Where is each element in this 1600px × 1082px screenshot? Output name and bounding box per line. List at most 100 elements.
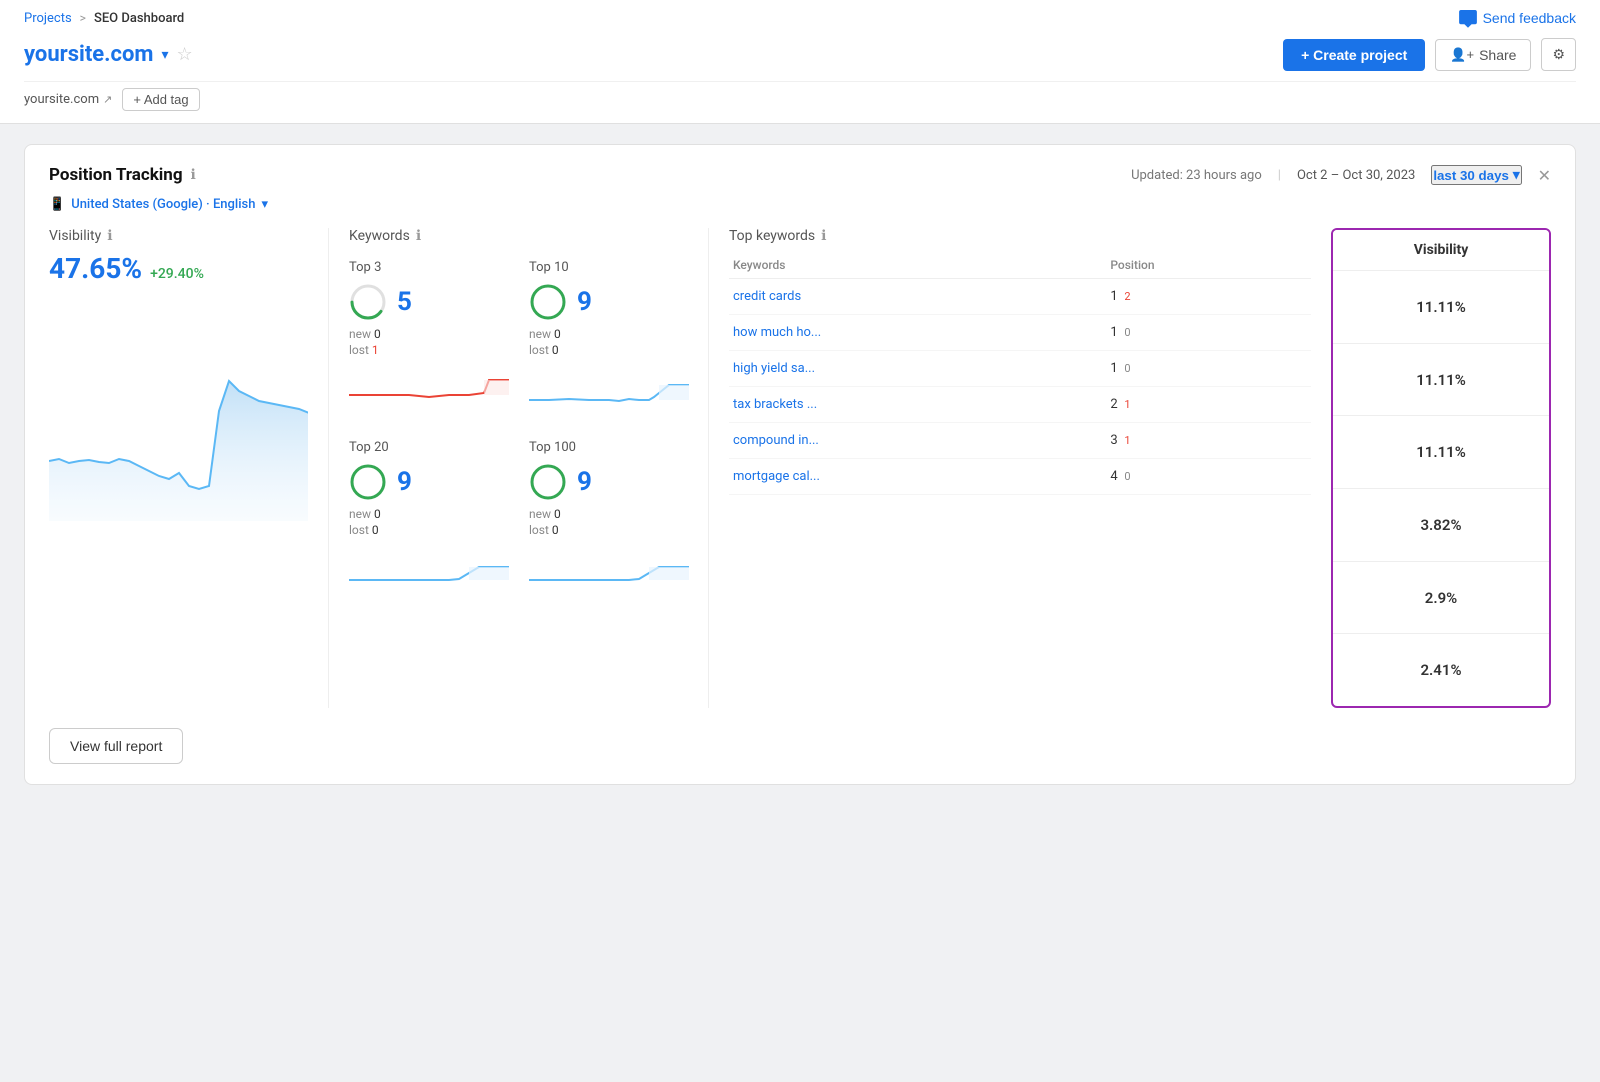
keyword-cell: credit cards [729,279,1106,315]
table-row: credit cards1 2 [729,279,1311,315]
share-button[interactable]: 👤+ Share [1435,39,1531,71]
visibility-value: 47.65% +29.40% [49,252,308,285]
title-info-icon[interactable]: ℹ [191,167,196,183]
date-range: Oct 2 – Oct 30, 2023 [1297,168,1415,183]
star-icon[interactable]: ☆ [177,44,193,65]
position-value: 1 [1110,325,1117,340]
breadcrumb: Projects > SEO Dashboard [24,11,184,26]
keyword-link[interactable]: credit cards [733,289,801,304]
location-row[interactable]: 📱 United States (Google) · English ▾ [49,197,1551,212]
top-keywords-section: Top keywords ℹ Keywords Position credit … [709,228,1331,708]
position-change: 0 [1122,326,1131,339]
keywords-label-text: Keywords [349,228,410,244]
breadcrumb-separator: > [80,11,86,25]
group-value-top3: 5 [349,283,509,321]
share-icon: 👤+ [1450,47,1474,63]
settings-button[interactable]: ⚙ [1541,38,1576,71]
tag-row: yoursite.com ↗ + Add tag [24,81,1576,123]
create-project-button[interactable]: + Create project [1283,39,1425,71]
group-value-top10: 9 [529,283,689,321]
keyword-link[interactable]: how much ho... [733,325,821,340]
visibility-label-text: Visibility [49,228,101,244]
chat-icon [1459,10,1477,26]
site-dropdown-icon[interactable]: ▾ [161,47,168,63]
position-tracking-card: Position Tracking ℹ Updated: 23 hours ag… [24,144,1576,785]
position-cell: 4 0 [1106,459,1311,495]
action-buttons: + Create project 👤+ Share ⚙ [1283,38,1576,71]
site-name[interactable]: yoursite.com [24,42,153,67]
sparkline-top3 [349,365,509,420]
vis-col-rows: 11.11%11.11%11.11%3.82%2.9%2.41% [1333,271,1549,706]
keyword-link[interactable]: mortgage cal... [733,469,820,484]
share-label: Share [1479,47,1516,63]
group-label-top20: Top 20 [349,440,509,455]
sparkline-top100 [529,545,689,600]
keyword-group-top20: Top 20 9 new 0 lost 0 [349,440,509,600]
send-feedback-label: Send feedback [1483,10,1576,26]
sparkline-top20 [349,545,509,600]
group-number-top3: 5 [397,287,412,317]
visibility-percent: 47.65% [49,252,142,285]
table-row: high yield sa... 1 0 [729,351,1311,387]
stats-grid: Visibility ℹ 47.65% +29.40% [49,228,1551,708]
position-cell: 1 0 [1106,351,1311,387]
close-button[interactable]: ✕ [1538,166,1551,185]
group-number-top100: 9 [577,467,592,497]
keyword-group-top100: Top 100 9 new 0 lost 0 [529,440,689,600]
keyword-cell: tax brackets ... [729,387,1106,423]
visibility-info-icon[interactable]: ℹ [107,228,112,244]
position-value: 2 [1110,397,1117,412]
table-row: tax brackets ...2 1 [729,387,1311,423]
group-value-top100: 9 [529,463,689,501]
group-label-top3: Top 3 [349,260,509,275]
keywords-table-body: credit cards1 2how much ho...1 0high yie… [729,279,1311,495]
group-label-top10: Top 10 [529,260,689,275]
top-keywords-info-icon[interactable]: ℹ [821,228,826,244]
position-value: 1 [1110,361,1117,376]
card-title: Position Tracking [49,165,183,185]
external-link-icon: ↗ [103,93,112,106]
group-stats-top100: new 0 lost 0 [529,507,689,537]
view-full-report-button[interactable]: View full report [49,728,183,764]
keyword-link[interactable]: tax brackets ... [733,397,817,412]
period-selector[interactable]: last 30 days ▾ [1431,165,1521,185]
top-keywords-label: Top keywords ℹ [729,228,1311,244]
sparkline-top10 [529,365,689,420]
keywords-table: Keywords Position credit cards1 2how muc… [729,252,1311,495]
breadcrumb-projects[interactable]: Projects [24,11,72,26]
position-change: 1 [1122,434,1131,447]
group-stats-top10: new 0 lost 0 [529,327,689,357]
site-row: yoursite.com ▾ ☆ + Create project 👤+ Sha… [24,32,1576,81]
keyword-link[interactable]: compound in... [733,433,819,448]
site-link[interactable]: yoursite.com ↗ [24,92,112,107]
location-icon: 📱 [49,197,65,212]
table-row: compound in...3 1 [729,423,1311,459]
vis-col-row: 11.11% [1333,416,1549,489]
visibility-chart [49,301,308,561]
keyword-cell: mortgage cal... [729,459,1106,495]
keywords-label: Keywords ℹ [349,228,688,244]
keyword-link[interactable]: high yield sa... [733,361,815,376]
add-tag-button[interactable]: + Add tag [122,88,199,111]
position-change: 2 [1122,290,1131,303]
table-row: how much ho... 1 0 [729,315,1311,351]
vis-col-row: 11.11% [1333,344,1549,417]
circle-badge-top20 [349,463,387,501]
position-value: 4 [1110,469,1117,484]
vis-col-row: 11.11% [1333,271,1549,344]
keywords-info-icon[interactable]: ℹ [416,228,421,244]
keyword-group-top10: Top 10 9 new 0 lost 0 [529,260,689,420]
col-header-position: Position [1106,252,1311,279]
keywords-table-header-row: Keywords Position [729,252,1311,279]
group-stats-top3: new 0 lost 1 [349,327,509,357]
period-dropdown-icon: ▾ [1513,167,1520,183]
location-dropdown-icon: ▾ [261,197,268,212]
keyword-cell: high yield sa... [729,351,1106,387]
send-feedback-button[interactable]: Send feedback [1459,10,1576,26]
keyword-cell: compound in... [729,423,1106,459]
vis-col-row: 2.9% [1333,562,1549,635]
circle-badge-top3 [349,283,387,321]
keyword-cell: how much ho... [729,315,1106,351]
group-number-top20: 9 [397,467,412,497]
visibility-column: Visibility 11.11%11.11%11.11%3.82%2.9%2.… [1331,228,1551,708]
